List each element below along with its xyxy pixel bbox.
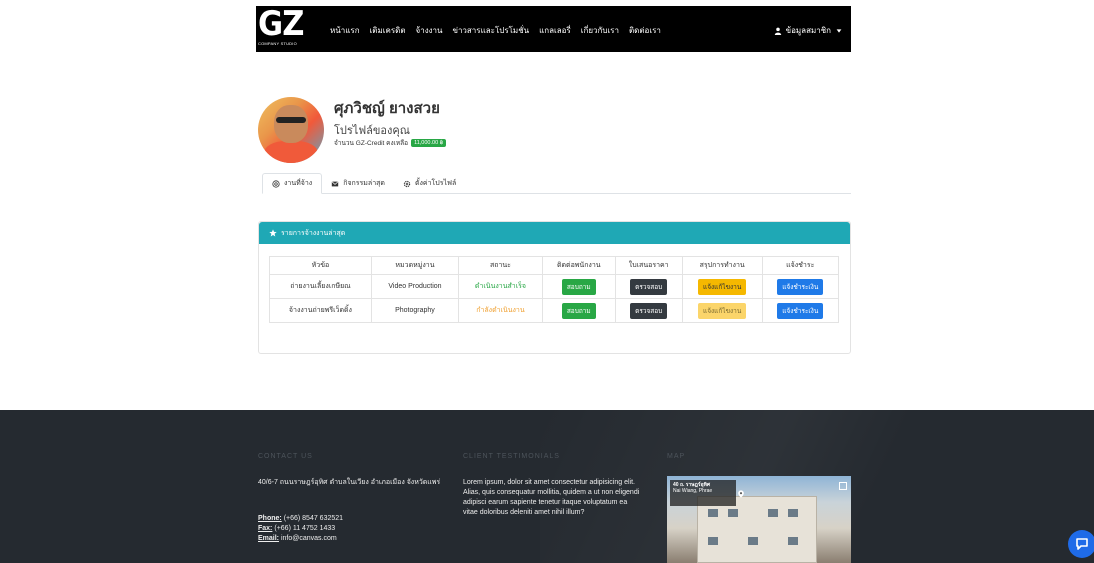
cell-contact: สอบถาม	[541, 274, 616, 299]
cell-category: Video Production	[370, 274, 460, 299]
cell-payment: แจ้งชำระเงิน	[761, 298, 840, 323]
notify-payment-button[interactable]: แจ้งชำระเงิน	[777, 302, 824, 319]
column-header: แจ้งชำระ	[761, 256, 840, 275]
map-title: MAP	[667, 453, 686, 460]
star-icon	[269, 229, 277, 237]
column-header: ติดต่อพนักงาน	[541, 256, 616, 275]
email-label: Email:	[258, 535, 280, 542]
column-header: หมวดหมู่งาน	[370, 256, 460, 275]
logo-subtext: COMPANY STUDIO	[258, 41, 297, 46]
credit-badge: 11,000.00 ฿	[411, 139, 447, 147]
table-row: จ้างงานถ่ายพรีเว็ดดิ้ง Photography กำลัง…	[269, 298, 840, 323]
chat-bubble-icon	[1076, 538, 1088, 550]
check-quote-button[interactable]: ตรวจสอบ	[630, 278, 668, 295]
column-header: สรุปการทำงาน	[681, 256, 763, 275]
cell-status: กำลังดำเนินงาน	[458, 298, 543, 323]
fax-line: Fax: (+66) 11 4752 1433	[258, 524, 335, 534]
cell-quote: ตรวจสอบ	[614, 298, 683, 323]
fax-label: Fax:	[258, 525, 273, 532]
column-header: ใบเสนอราคา	[614, 256, 683, 275]
jobs-card: รายการจ้างงานล่าสุด หัวข้อ หมวดหมู่งาน ส…	[258, 221, 851, 354]
cell-contact: สอบถาม	[541, 298, 616, 323]
user-icon	[774, 27, 781, 35]
cell-topic: ถ่ายงานเลี้ยงเกษียณ	[269, 274, 372, 299]
testimonials-title: CLIENT TESTIMONIALS	[463, 453, 560, 460]
tab-hired-jobs[interactable]: งานที่จ้าง	[262, 173, 323, 194]
notify-payment-button[interactable]: แจ้งชำระเงิน	[777, 278, 824, 295]
map-info-card: 40 ถ. ราษฎร์อุทิศ Nai Wiang, Phrae	[670, 480, 736, 506]
caret-down-icon	[836, 28, 842, 33]
check-quote-button[interactable]: ตรวจสอบ	[630, 302, 668, 319]
phone-label: Phone:	[258, 515, 282, 522]
tab-label: ตั้งค่าโปรไฟล์	[414, 180, 457, 187]
tab-recent-activity[interactable]: กิจกรรมล่าสุด	[322, 173, 394, 194]
nav-item-topup[interactable]: เติมเครดิต	[370, 24, 406, 37]
column-header: หัวข้อ	[269, 256, 372, 275]
cell-category: Photography	[370, 298, 460, 323]
nav-item-hire[interactable]: จ้างงาน	[416, 24, 443, 37]
cell-summary: แจ้งแก้ไขงาน	[681, 274, 763, 299]
profile-tabs: งานที่จ้าง กิจกรรมล่าสุด ตั้งค่าโปรไฟล์	[262, 173, 851, 194]
fullscreen-icon[interactable]	[839, 482, 847, 490]
phone-line: Phone: (+66) 8547 632521	[258, 514, 343, 524]
request-revision-button[interactable]: แจ้งแก้ไขงาน	[698, 278, 747, 295]
cell-quote: ตรวจสอบ	[614, 274, 683, 299]
avatar	[258, 97, 324, 163]
nav-item-contact[interactable]: ติดต่อเรา	[629, 24, 661, 37]
table-row: ถ่ายงานเลี้ยงเกษียณ Video Production ดำเ…	[269, 274, 840, 299]
profile-subtitle: โปรไฟล์ของคุณ	[334, 125, 410, 137]
map-area: Nai Wiang, Phrae	[673, 488, 713, 494]
tab-label: กิจกรรมล่าสุด	[343, 180, 385, 187]
map-pin-icon	[738, 490, 744, 498]
map-embed[interactable]: 40 ถ. ราษฎร์อุทิศ Nai Wiang, Phrae	[667, 476, 851, 563]
table-header-row: หัวข้อ หมวดหมู่งาน สถานะ ติดต่อพนักงาน ใ…	[269, 256, 840, 275]
nav-item-news[interactable]: ข่าวสารและโปรโมชั่น	[452, 24, 529, 37]
footer: CONTACT US 40/6-7 ถนนราษฎร์อุทิศ ตำบลในเ…	[0, 410, 1094, 563]
testimonial-text: Lorem ipsum, dolor sit amet consectetur …	[463, 479, 640, 516]
chat-button[interactable]	[1068, 530, 1094, 558]
cell-payment: แจ้งชำระเงิน	[761, 274, 840, 299]
envelope-icon	[331, 180, 339, 186]
phone-value: (+66) 8547 632521	[283, 515, 344, 522]
fax-value: (+66) 11 4752 1433	[274, 525, 336, 532]
main-menu: หน้าแรก เติมเครดิต จ้างงาน ข่าวสารและโปร…	[330, 24, 661, 37]
credit-label: จำนวน GZ-Credit คงเหลือ	[334, 140, 409, 147]
tab-profile-settings[interactable]: ตั้งค่าโปรไฟล์	[394, 173, 465, 194]
email-line: Email: info@canvas.com	[258, 534, 337, 544]
email-value[interactable]: info@canvas.com	[281, 535, 337, 542]
contact-title: CONTACT US	[258, 453, 313, 460]
at-icon	[272, 179, 280, 188]
nav-item-about[interactable]: เกี่ยวกับเรา	[581, 24, 619, 37]
tab-label: งานที่จ้าง	[284, 180, 313, 187]
card-title: รายการจ้างงานล่าสุด	[281, 229, 346, 237]
profile-name: ศุภวิชญ์ ยางสวย	[334, 100, 440, 117]
nav-item-home[interactable]: หน้าแรก	[330, 24, 360, 37]
nav-item-gallery[interactable]: แกลเลอรี่	[539, 24, 571, 37]
user-menu-label: ข้อมูลสมาชิก	[785, 26, 831, 35]
cell-summary: แจ้งแก้ไขงาน	[681, 298, 763, 323]
address: 40/6-7 ถนนราษฎร์อุทิศ ตำบลในเวียง อำเภอเ…	[258, 479, 441, 486]
request-revision-button[interactable]: แจ้งแก้ไขงาน	[698, 302, 747, 319]
gear-icon	[403, 180, 411, 187]
column-header: สถานะ	[458, 256, 543, 275]
card-header: รายการจ้างงานล่าสุด	[259, 222, 850, 244]
cell-topic: จ้างงานถ่ายพรีเว็ดดิ้ง	[269, 298, 372, 323]
top-bar: GZ COMPANY STUDIO หน้าแรก เติมเครดิต จ้า…	[0, 0, 1094, 60]
cell-status: ดำเนินงานสำเร็จ	[458, 274, 543, 299]
jobs-table: หัวข้อ หมวดหมู่งาน สถานะ ติดต่อพนักงาน ใ…	[269, 256, 840, 323]
logo-text: GZ	[258, 4, 304, 44]
user-menu[interactable]: ข้อมูลสมาชิก	[774, 24, 843, 37]
ask-button[interactable]: สอบถาม	[561, 278, 596, 295]
navbar: GZ COMPANY STUDIO หน้าแรก เติมเครดิต จ้า…	[256, 4, 851, 52]
logo[interactable]: GZ COMPANY STUDIO	[258, 4, 304, 50]
credit-row: จำนวน GZ-Credit คงเหลือ 11,000.00 ฿	[334, 138, 447, 148]
ask-button[interactable]: สอบถาม	[561, 302, 596, 319]
